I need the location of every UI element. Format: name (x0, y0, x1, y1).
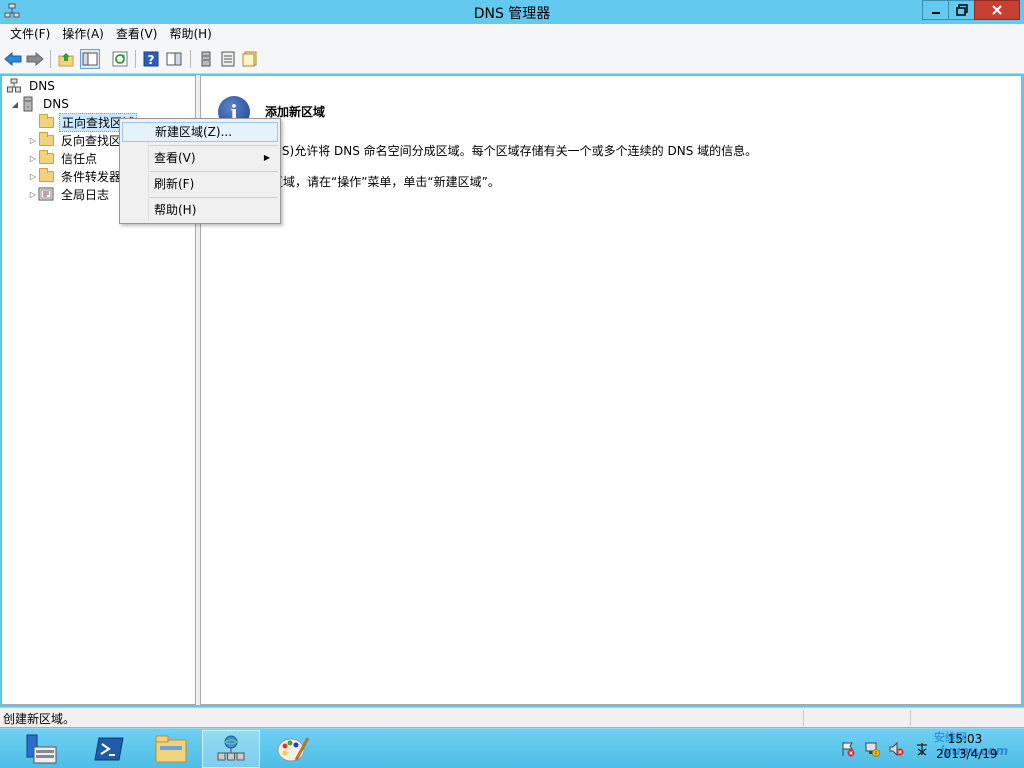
minimize-button[interactable] (922, 0, 948, 20)
show-hide-console-tree-icon[interactable] (80, 49, 100, 69)
close-button[interactable] (974, 0, 1020, 20)
server-icon[interactable] (196, 49, 216, 69)
svg-text:!: ! (875, 751, 877, 758)
expand-arrow-icon[interactable]: ▷ (28, 172, 38, 181)
tree-root-dns[interactable]: DNS (6, 77, 57, 95)
server-icon (20, 96, 36, 112)
clock[interactable]: 15:03 2013/4/19 (936, 732, 998, 762)
help-icon[interactable]: ? (141, 49, 161, 69)
expand-arrow-icon[interactable]: ▷ (28, 190, 38, 199)
menu-action[interactable]: 操作(A) (56, 24, 110, 44)
event-log-icon (38, 186, 54, 202)
forward-arrow-icon[interactable] (25, 49, 45, 69)
clock-date: 2013/4/19 (936, 747, 998, 761)
status-text: 创建新区域。 (3, 712, 76, 726)
folder-icon (38, 113, 54, 130)
folder-icon (38, 149, 54, 166)
input-method-icon[interactable] (914, 741, 930, 757)
volume-icon[interactable] (888, 741, 904, 757)
tree-server-dns[interactable]: ◢ DNS (10, 95, 71, 113)
toolbar: ? (0, 44, 1024, 74)
tree-label: DNS (43, 97, 69, 111)
context-menu: 新建区域(Z)... 查看(V) ▶ 刷新(F) 帮助(H) (119, 118, 281, 224)
menu-file[interactable]: 文件(F) (4, 24, 56, 44)
tree-label: 信任点 (61, 151, 98, 166)
menu-bar: 文件(F) 操作(A) 查看(V) 帮助(H) (0, 24, 1024, 44)
list-icon[interactable] (218, 49, 238, 69)
tree-reverse-lookup-zones[interactable]: ▷ 反向查找区 (28, 131, 123, 149)
action-pane-icon[interactable] (164, 49, 184, 69)
dns-manager-taskbar-icon[interactable] (202, 730, 260, 768)
powershell-icon[interactable] (80, 730, 138, 768)
context-menu-new-zone[interactable]: 新建区域(Z)... (122, 122, 278, 142)
restore-button[interactable] (948, 0, 974, 20)
file-explorer-icon[interactable] (142, 730, 200, 768)
window-title: DNS 管理器 (473, 6, 551, 22)
taskbar: ! 安维网 iyunv.com 15:03 2013/4/19 (0, 728, 1024, 768)
folder-icon (38, 131, 54, 148)
details-pane: i 添加新区域 (DNS)允许将 DNS 命名空间分成区域。每个区域存储有关一个… (200, 75, 1022, 705)
tree-label: DNS (29, 79, 55, 93)
context-menu-refresh[interactable]: 刷新(F) (122, 174, 278, 194)
context-menu-view[interactable]: 查看(V) ▶ (122, 148, 278, 168)
tree-conditional-forwarders[interactable]: ▷ 条件转发器 (28, 167, 123, 185)
context-menu-help[interactable]: 帮助(H) (122, 200, 278, 220)
context-menu-view-label: 查看(V) (154, 151, 196, 165)
menu-help[interactable]: 帮助(H) (163, 24, 217, 44)
server-manager-icon[interactable] (12, 730, 70, 768)
expand-arrow-icon[interactable]: ▷ (28, 136, 38, 145)
tree-global-logs[interactable]: ▷ 全局日志 (28, 185, 111, 203)
info-instruction: 新区域，请在“操作”菜单，单击“新建区域”。 (259, 175, 500, 189)
clock-time: 15:03 (947, 732, 983, 746)
tree-label: 反向查找区 (61, 133, 122, 148)
dns-root-icon (6, 78, 22, 94)
collapse-arrow-icon[interactable]: ◢ (10, 100, 20, 109)
tree-label: 条件转发器 (61, 169, 122, 184)
expand-arrow-icon[interactable]: ▷ (28, 154, 38, 163)
submenu-arrow-icon: ▶ (263, 153, 270, 162)
back-arrow-icon[interactable] (3, 49, 23, 69)
status-bar: 创建新区域。 (0, 707, 1024, 727)
paint-icon[interactable] (264, 730, 322, 768)
refresh-icon[interactable] (110, 49, 130, 69)
action-center-icon[interactable] (840, 741, 856, 757)
network-icon[interactable]: ! (864, 741, 880, 757)
folder-icon (38, 167, 54, 184)
menu-view[interactable]: 查看(V) (110, 24, 164, 44)
info-description: (DNS)允许将 DNS 命名空间分成区域。每个区域存储有关一个或多个连续的 D… (259, 144, 758, 158)
tree-trust-points[interactable]: ▷ 信任点 (28, 149, 99, 167)
title-bar: DNS 管理器 (0, 0, 1024, 24)
properties-icon[interactable] (240, 49, 260, 69)
tree-label: 全局日志 (61, 187, 110, 202)
svg-text:?: ? (148, 53, 155, 67)
up-level-icon[interactable] (56, 49, 76, 69)
